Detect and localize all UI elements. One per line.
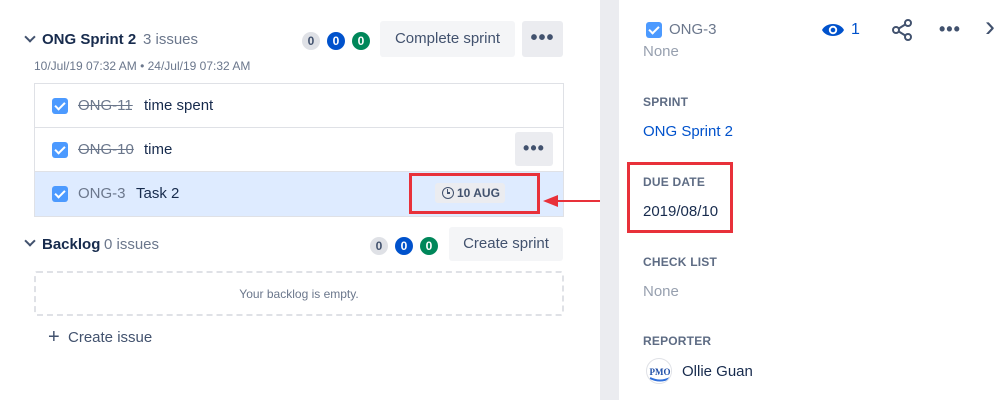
in-progress-count-badge: 0	[395, 237, 413, 255]
close-chevron-icon[interactable]: ›	[985, 12, 995, 42]
todo-count-badge: 0	[370, 237, 388, 255]
sprint-title[interactable]: ONG Sprint 2	[42, 31, 136, 48]
checklist-field-label: CHECK LIST	[643, 255, 717, 269]
highlight-box-badge	[409, 173, 540, 214]
backlog-panel: ONG Sprint 2 3 issues 0 0 0 Complete spr…	[0, 0, 600, 400]
issue-key[interactable]: ONG-11	[78, 97, 133, 114]
task-type-icon	[52, 142, 68, 158]
task-type-icon	[646, 22, 662, 38]
list-item[interactable]: ONG-10 time •••	[35, 128, 563, 172]
sprint-field-label: SPRINT	[643, 95, 689, 109]
issue-more-button[interactable]: •••	[515, 132, 553, 166]
in-progress-count-badge: 0	[327, 32, 345, 50]
detail-issue-key[interactable]: ONG-3	[669, 21, 717, 38]
task-type-icon	[52, 98, 68, 114]
avatar: PMO	[646, 358, 672, 384]
pmo-logo-icon: PMO	[648, 360, 671, 383]
empty-backlog-dropzone: Your backlog is empty.	[34, 271, 564, 316]
plus-icon: +	[48, 326, 60, 348]
issue-key[interactable]: ONG-10	[78, 141, 134, 158]
list-item[interactable]: ONG-11 time spent	[35, 84, 563, 128]
svg-text:PMO: PMO	[650, 367, 671, 377]
task-type-icon	[52, 186, 68, 202]
chevron-down-icon[interactable]	[24, 31, 36, 43]
share-icon[interactable]	[891, 19, 913, 41]
create-issue-label: Create issue	[68, 329, 153, 346]
sprint-more-button[interactable]: •••	[522, 21, 563, 57]
backlog-title[interactable]: Backlog	[42, 236, 100, 253]
create-sprint-button[interactable]: Create sprint	[449, 227, 563, 261]
pane-divider[interactable]	[600, 0, 619, 400]
watchers-count[interactable]: 1	[851, 21, 860, 39]
sprint-field-value[interactable]: ONG Sprint 2	[643, 123, 733, 140]
issue-detail-panel: ONG-3 1 ••• › None SPRINT ONG Sprint 2 D…	[619, 0, 999, 400]
done-count-badge: 0	[352, 32, 370, 50]
empty-backlog-text: Your backlog is empty.	[239, 287, 359, 301]
done-count-badge: 0	[420, 237, 438, 255]
issue-summary: time spent	[144, 97, 214, 114]
sprint-issue-count: 3 issues	[143, 31, 199, 48]
backlog-issue-count: 0 issues	[104, 236, 160, 253]
field-value-none: None	[643, 43, 679, 60]
reporter-field-value[interactable]: Ollie Guan	[682, 363, 753, 380]
complete-sprint-button[interactable]: Complete sprint	[380, 21, 515, 57]
checklist-field-value[interactable]: None	[643, 283, 679, 300]
issue-summary: time	[144, 141, 173, 158]
highlight-box-due-date	[627, 162, 733, 233]
sprint-dates: 10/Jul/19 07:32 AM • 24/Jul/19 07:32 AM	[34, 59, 251, 73]
reporter-field-label: REPORTER	[643, 334, 712, 348]
more-icon[interactable]: •••	[939, 19, 961, 40]
issue-summary: Task 2	[136, 185, 180, 202]
todo-count-badge: 0	[302, 32, 320, 50]
issue-key[interactable]: ONG-3	[78, 185, 126, 202]
eye-icon[interactable]	[821, 21, 845, 39]
chevron-down-icon[interactable]	[24, 235, 36, 247]
